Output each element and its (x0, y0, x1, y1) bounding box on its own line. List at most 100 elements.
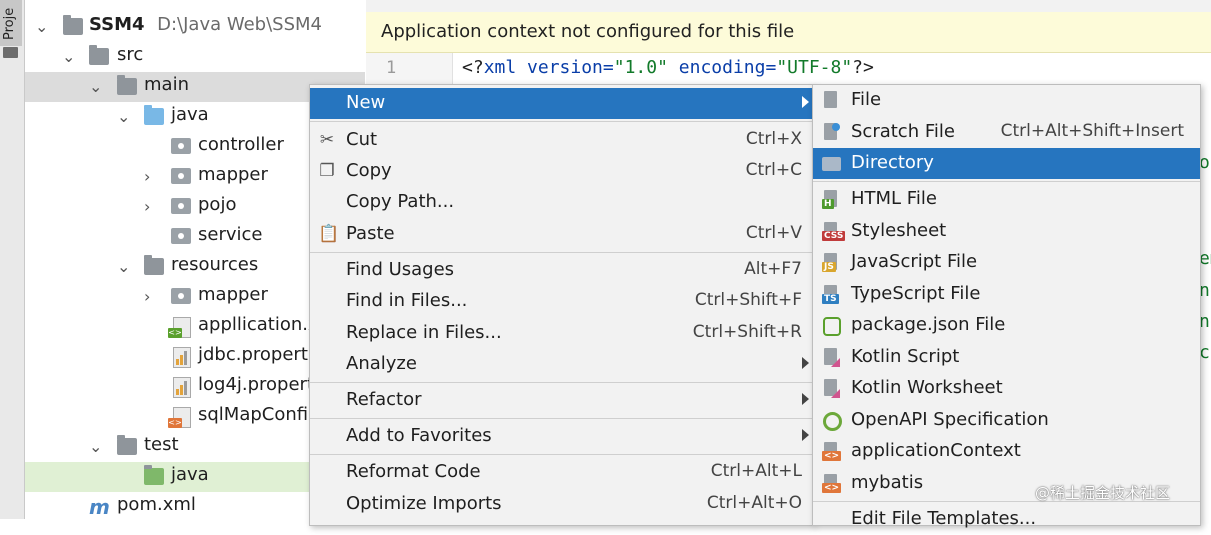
code-line[interactable]: <?xml version="1.0" encoding="UTF-8"?> (462, 57, 874, 78)
menu-item-new[interactable]: New (310, 88, 813, 119)
menu-item-label: Copy (346, 160, 392, 181)
submenu-item-kotlin-worksheet[interactable]: Kotlin Worksheet (813, 373, 1200, 404)
submenu-arrow-icon (802, 96, 809, 108)
context-menu: New ✂ Cut Ctrl+X ❐ Copy Ctrl+C Copy Path... … (309, 84, 814, 526)
menu-shortcut: Ctrl+Shift+R (692, 322, 802, 342)
menu-item-label: Cut (346, 129, 378, 150)
menu-item-label: Replace in Files... (346, 322, 502, 343)
submenu-item-label: HTML File (851, 188, 937, 209)
menu-item-label: Refactor (346, 389, 422, 410)
tree-label: jdbc.properti (198, 344, 313, 365)
js-file-icon: JS (822, 253, 840, 272)
submenu-item-kotlin-script[interactable]: Kotlin Script (813, 342, 1200, 373)
submenu-item-directory[interactable]: Directory (813, 148, 1200, 179)
menu-item-analyze[interactable]: Analyze (310, 349, 813, 380)
scratch-file-icon (822, 123, 840, 142)
menu-separator (310, 121, 813, 122)
folder-icon (117, 435, 137, 455)
module-folder-icon (63, 15, 83, 35)
maven-icon: m (89, 495, 110, 519)
menu-item-copy[interactable]: ❐ Copy Ctrl+C (310, 156, 813, 187)
submenu-item-label: TypeScript File (851, 283, 981, 304)
line-number: 1 (386, 58, 397, 78)
spring-xml-icon: <> (168, 317, 191, 338)
chevron-right-icon[interactable]: › (144, 197, 150, 216)
watermark: @稀土掘金技术社区 (1035, 484, 1171, 502)
menu-separator (310, 382, 813, 383)
menu-item-find-usages[interactable]: Find Usages Alt+F7 (310, 255, 813, 286)
submenu-item-package-json[interactable]: package.json File (813, 310, 1200, 341)
menu-item-find-in-files[interactable]: Find in Files... Ctrl+Shift+F (310, 286, 813, 317)
chevron-down-icon[interactable]: ⌄ (117, 107, 130, 126)
submenu-item-scratch-file[interactable]: Scratch File Ctrl+Alt+Shift+Insert (813, 117, 1200, 148)
copy-icon: ❐ (319, 161, 335, 181)
ts-file-icon: TS (822, 285, 840, 304)
chevron-down-icon[interactable]: ⌄ (89, 77, 102, 96)
menu-shortcut: Ctrl+Alt+L (710, 461, 802, 481)
editor-notification-banner: Application context not configured for t… (366, 12, 1211, 53)
submenu-item-file[interactable]: File (813, 85, 1200, 116)
submenu-item-label: Stylesheet (851, 220, 947, 241)
menu-item-replace-in-files[interactable]: Replace in Files... Ctrl+Shift+R (310, 318, 813, 349)
menu-item-label: Add to Favorites (346, 425, 492, 446)
root-name: SSM4 (89, 14, 145, 35)
submenu-item-javascript-file[interactable]: JS JavaScript File (813, 247, 1200, 278)
folder-icon[interactable] (3, 47, 18, 58)
submenu-item-label: Kotlin Worksheet (851, 377, 1003, 398)
menu-item-label: Analyze (346, 353, 417, 374)
chevron-down-icon[interactable]: ⌄ (117, 257, 130, 276)
submenu-item-label: Kotlin Script (851, 346, 960, 367)
submenu-item-label: Directory (851, 152, 934, 173)
submenu-item-html-file[interactable]: H HTML File (813, 184, 1200, 215)
menu-item-reformat-code[interactable]: Reformat Code Ctrl+Alt+L (310, 457, 813, 488)
tree-label: log4j.propert (198, 374, 315, 395)
chevron-right-icon[interactable]: › (144, 167, 150, 186)
menu-shortcut: Ctrl+Alt+Shift+Insert (1000, 121, 1184, 141)
menu-separator (813, 181, 1200, 182)
menu-item-optimize-imports[interactable]: Optimize Imports Ctrl+Alt+O (310, 489, 813, 520)
tree-label: test (144, 434, 179, 455)
tree-label: appllication.x (198, 314, 319, 335)
submenu-item-stylesheet[interactable]: CSS Stylesheet (813, 216, 1200, 247)
menu-item-refactor[interactable]: Refactor (310, 385, 813, 416)
tree-label: main (144, 74, 189, 95)
xml-file-icon: <> (168, 407, 191, 428)
chevron-down-icon[interactable]: ⌄ (62, 47, 75, 66)
menu-shortcut: Ctrl+Shift+F (694, 290, 802, 310)
chevron-down-icon[interactable]: ⌄ (89, 437, 102, 456)
tree-label: src (117, 44, 144, 65)
clipboard-icon: 📋 (318, 224, 340, 244)
tree-row-root[interactable]: ⌄ SSM4 D:\Java Web\SSM4 (25, 12, 365, 42)
tree-row-src[interactable]: ⌄ src (25, 42, 365, 72)
menu-item-label: Paste (346, 223, 395, 244)
chevron-right-icon[interactable]: › (144, 287, 150, 306)
submenu-item-label: package.json File (851, 314, 1006, 335)
tree-label: service (198, 224, 263, 245)
project-tool-tab[interactable]: Proje (0, 0, 22, 46)
chevron-down-icon[interactable]: ⌄ (35, 17, 48, 36)
menu-item-label: Find Usages (346, 259, 455, 280)
submenu-item-edit-file-templates[interactable]: Edit File Templates... (813, 504, 1200, 535)
menu-shortcut: Ctrl+V (745, 223, 802, 243)
submenu-item-label: JavaScript File (851, 251, 978, 272)
tree-label: java (171, 104, 209, 125)
menu-shortcut: Ctrl+X (745, 129, 802, 149)
submenu-arrow-icon (802, 357, 809, 369)
menu-item-cut[interactable]: ✂ Cut Ctrl+X (310, 125, 813, 156)
tree-label: java (171, 464, 209, 485)
menu-shortcut: Ctrl+C (745, 160, 802, 180)
openapi-icon (822, 411, 842, 431)
code-token: "1.0" (613, 57, 668, 78)
menu-separator (310, 454, 813, 455)
tree-label: resources (171, 254, 259, 275)
menu-item-copy-path[interactable]: Copy Path... (310, 187, 813, 218)
submenu-item-openapi[interactable]: OpenAPI Specification (813, 405, 1200, 436)
menu-item-paste[interactable]: 📋 Paste Ctrl+V (310, 219, 813, 250)
submenu-item-label: Scratch File (851, 121, 955, 142)
menu-item-label: Reformat Code (346, 461, 481, 482)
xml-file-icon: <> (822, 442, 842, 461)
submenu-item-applicationcontext[interactable]: <> applicationContext (813, 436, 1200, 467)
menu-item-add-to-favorites[interactable]: Add to Favorites (310, 421, 813, 452)
folder-icon (117, 75, 137, 95)
submenu-item-typescript-file[interactable]: TS TypeScript File (813, 279, 1200, 310)
